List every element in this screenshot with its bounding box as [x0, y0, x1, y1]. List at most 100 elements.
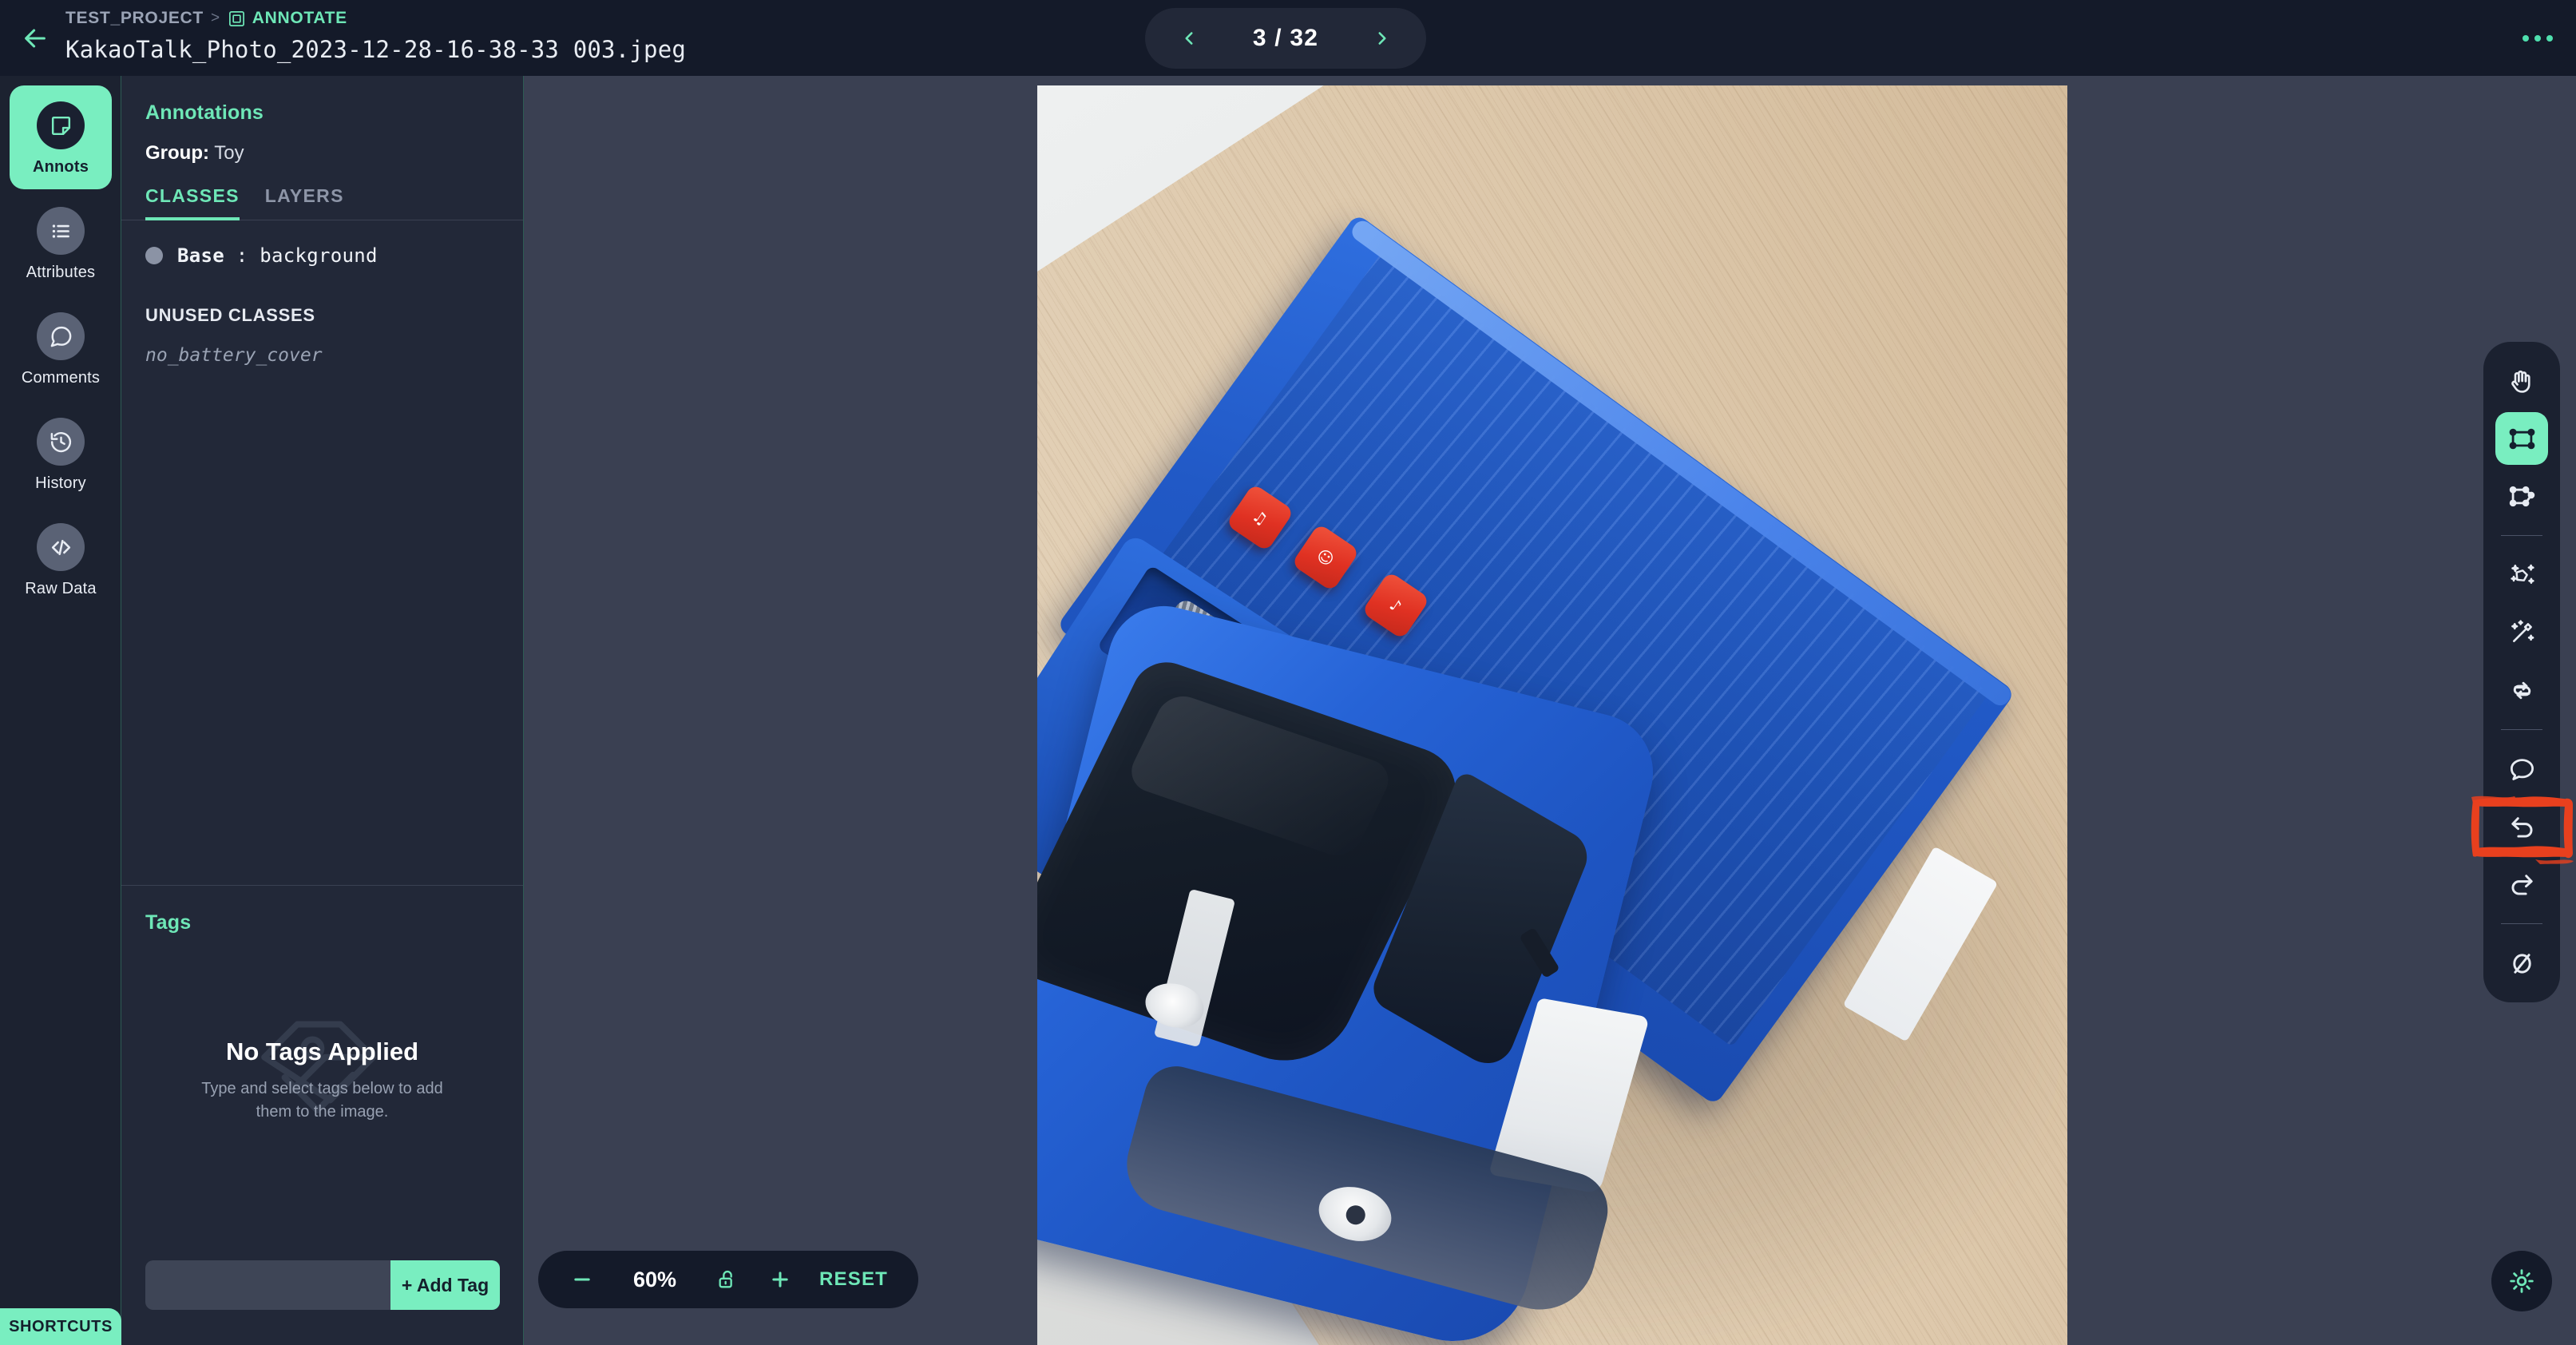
redo-tool[interactable]	[2495, 858, 2548, 911]
toolbar-divider	[2501, 923, 2542, 924]
class-text: Base : background	[177, 244, 378, 267]
magic-wand-tool[interactable]	[2495, 606, 2548, 659]
class-list: Base : background	[121, 220, 523, 267]
tags-title: Tags	[145, 911, 192, 934]
list-icon	[37, 207, 85, 255]
loop-arrows-icon	[2513, 681, 2530, 699]
bounding-box-icon	[2509, 428, 2534, 449]
tags-empty-subtitle: Type and select tags below to add them t…	[201, 1080, 443, 1121]
sun-brightness-icon	[2510, 1269, 2534, 1293]
tab-classes[interactable]: CLASSES	[145, 185, 240, 220]
left-nav-rail: Annots Attributes Comments History Raw D…	[0, 76, 121, 1345]
annotations-section: Annotations Group: Toy CLASSES LAYERS Ba…	[121, 76, 523, 886]
group-value: Toy	[214, 142, 244, 164]
panel-tabs: CLASSES LAYERS	[121, 165, 523, 220]
left-panel: Annotations Group: Toy CLASSES LAYERS Ba…	[121, 76, 524, 1345]
class-color-dot	[145, 247, 163, 264]
sidebar-item-attributes[interactable]: Attributes	[0, 189, 121, 295]
kebab-dot	[2546, 35, 2553, 42]
zoom-level: 60%	[632, 1267, 677, 1291]
sidebar-item-label: Attributes	[26, 264, 96, 281]
breadcrumb: TEST_PROJECT > ANNOTATE	[65, 6, 686, 30]
code-brackets-icon	[37, 523, 85, 571]
shortcuts-badge[interactable]: SHORTCUTS	[0, 1308, 121, 1345]
right-toolbar	[2471, 342, 2574, 1002]
more-menu-button[interactable]	[2517, 22, 2558, 54]
sidebar-item-label: Comments	[21, 369, 101, 387]
toolbar-divider	[2501, 535, 2542, 536]
chat-bubble-icon	[2510, 758, 2534, 780]
circle-slash-icon	[2512, 953, 2531, 974]
kebab-dot	[2522, 35, 2529, 42]
class-name: Base	[177, 244, 224, 267]
zoom-lock-button[interactable]	[714, 1266, 741, 1293]
interpolate-tool[interactable]	[2495, 664, 2548, 716]
redo-arrow-icon	[2511, 874, 2533, 895]
sidebar-item-label: History	[35, 474, 86, 492]
breadcrumb-annotate-label: ANNOTATE	[252, 9, 347, 27]
tag-input[interactable]	[145, 1260, 390, 1310]
sidebar-item-raw-data[interactable]: Raw Data	[0, 506, 121, 611]
toolbar-divider	[2501, 729, 2542, 730]
pan-hand-tool[interactable]	[2495, 355, 2548, 407]
file-name: KakaoTalk_Photo_2023-12-28-16-38-33 003.…	[65, 36, 687, 63]
unused-classes-title: UNUSED CLASSES	[145, 305, 315, 325]
undo-arrow-icon	[2511, 816, 2532, 838]
top-bar: TEST_PROJECT > ANNOTATE KakaoTalk_Photo_…	[0, 0, 2576, 76]
pager-count: 3 / 32	[1252, 25, 1319, 51]
annotations-title: Annotations	[145, 101, 264, 124]
zoom-out-button[interactable]	[569, 1266, 596, 1293]
auto-segment-tool[interactable]	[2495, 549, 2548, 601]
tags-section: Tags No Tags Applied Type and select tag…	[121, 886, 523, 1345]
prev-image-button[interactable]	[1175, 25, 1203, 52]
polygon-icon	[2509, 486, 2534, 506]
arrow-left-icon	[25, 29, 46, 48]
sparkle-shape-icon	[2510, 564, 2534, 584]
zoom-reset-button[interactable]: RESET	[819, 1268, 888, 1291]
breadcrumb-project[interactable]: TEST_PROJECT	[65, 9, 204, 28]
image-pager: 3 / 32	[1145, 8, 1426, 69]
polygon-tool[interactable]	[2495, 470, 2548, 522]
breadcrumb-annotate[interactable]: ANNOTATE	[228, 9, 347, 28]
comment-tool[interactable]	[2495, 743, 2548, 795]
bounding-box-tool[interactable]	[2495, 412, 2548, 465]
undo-tool[interactable]	[2495, 800, 2548, 853]
sidebar-item-label: Annots	[32, 158, 89, 176]
tab-layers[interactable]: LAYERS	[265, 185, 344, 220]
sidebar-item-label: Raw Data	[25, 580, 97, 597]
zoom-in-button[interactable]	[767, 1266, 794, 1293]
zoom-controls: 60% RESET	[538, 1251, 919, 1308]
note-square-icon	[37, 101, 85, 149]
clear-tool[interactable]	[2495, 937, 2548, 990]
undo-tool-wrapper	[2471, 795, 2574, 864]
class-separator: :	[236, 244, 248, 267]
chat-bubble-icon	[37, 312, 85, 360]
unused-classes-list: no_battery_cover	[121, 326, 523, 366]
sidebar-item-comments[interactable]: Comments	[0, 295, 121, 400]
image-canvas[interactable]: ♫ ☺ ♪ 60% RESET	[524, 76, 2576, 1345]
brightness-button[interactable]	[2491, 1251, 2552, 1311]
chevron-left-icon	[1185, 32, 1193, 45]
unused-class-item[interactable]: no_battery_cover	[145, 345, 523, 366]
title-block: TEST_PROJECT > ANNOTATE KakaoTalk_Photo_…	[65, 6, 686, 63]
back-button[interactable]	[14, 18, 56, 59]
annotated-photo[interactable]: ♫ ☺ ♪	[1037, 85, 2067, 1345]
add-tag-button[interactable]: + Add Tag	[390, 1260, 500, 1310]
next-image-button[interactable]	[1369, 25, 1396, 52]
magic-wand-icon	[2511, 619, 2534, 642]
sidebar-item-annots[interactable]: Annots	[10, 85, 112, 189]
breadcrumb-separator: >	[210, 10, 220, 26]
unlock-icon	[719, 1270, 732, 1288]
sidebar-item-history[interactable]: History	[0, 400, 121, 506]
annotate-bbox-icon	[228, 10, 244, 26]
group-row: Group: Toy	[121, 125, 523, 165]
clock-history-icon	[37, 418, 85, 466]
class-row[interactable]: Base : background	[145, 244, 523, 267]
chevron-right-icon	[1378, 32, 1386, 45]
kebab-dot	[2534, 35, 2541, 42]
tags-empty-title: No Tags Applied	[225, 1038, 419, 1065]
hand-icon	[2511, 370, 2530, 393]
class-value: background	[260, 244, 378, 267]
minus-icon	[574, 1278, 590, 1281]
tags-empty-state: No Tags Applied Type and select tags bel…	[121, 1038, 523, 1124]
